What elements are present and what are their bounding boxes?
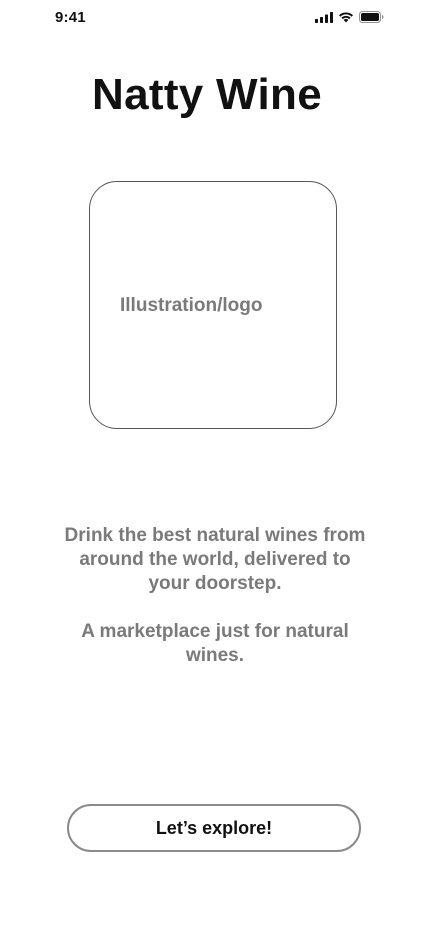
tagline-marketplace: A marketplace just for natural wines.	[81, 621, 349, 666]
tagline: Drink the best natural wines from around…	[60, 524, 370, 668]
status-bar: 9:41	[0, 0, 428, 36]
battery-icon	[359, 11, 384, 23]
cellular-signal-icon	[315, 11, 333, 23]
explore-button[interactable]: Let’s explore!	[67, 804, 361, 852]
status-time: 9:41	[55, 9, 86, 26]
tagline-description: Drink the best natural wines from around…	[64, 525, 366, 594]
illustration-placeholder: Illustration/logo	[89, 181, 337, 429]
wifi-icon	[338, 11, 354, 23]
app-title: Natty Wine	[92, 70, 322, 119]
status-icons	[315, 11, 384, 23]
illustration-label: Illustration/logo	[120, 295, 263, 316]
